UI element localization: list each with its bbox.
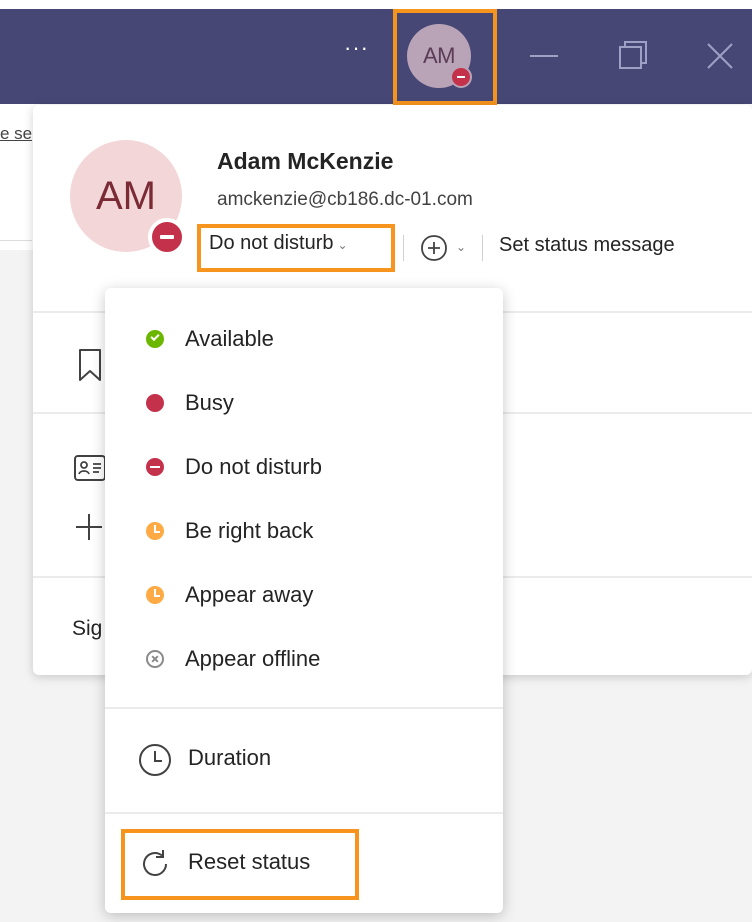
clock-icon bbox=[139, 744, 171, 776]
status-option-label: Available bbox=[185, 326, 274, 351]
restore-window-icon[interactable] bbox=[618, 40, 648, 70]
background-divider bbox=[0, 240, 32, 241]
status-option-label: Appear away bbox=[185, 582, 314, 607]
contact-card-icon[interactable] bbox=[74, 455, 106, 481]
background-link[interactable]: e se bbox=[0, 124, 32, 144]
bookmark-icon[interactable] bbox=[77, 348, 103, 382]
more-options-button[interactable]: ··· bbox=[344, 37, 369, 59]
close-window-icon[interactable] bbox=[704, 40, 736, 72]
vertical-separator bbox=[482, 235, 483, 261]
profile-email: amckenzie@cb186.dc-01.com bbox=[217, 189, 473, 210]
chevron-down-icon: ⌄ bbox=[337, 238, 348, 252]
available-status-icon bbox=[146, 330, 164, 348]
status-option-label: Busy bbox=[185, 390, 234, 415]
add-status-icon[interactable] bbox=[420, 234, 448, 262]
status-option-appear-away[interactable]: Appear away bbox=[105, 570, 503, 620]
be-right-back-status-icon bbox=[146, 522, 164, 540]
status-option-busy[interactable]: Busy bbox=[105, 378, 503, 428]
appear-away-status-icon bbox=[146, 586, 164, 604]
menu-divider bbox=[105, 812, 503, 814]
status-option-label: Be right back bbox=[185, 518, 314, 543]
busy-status-icon bbox=[146, 394, 164, 412]
profile-name: Adam McKenzie bbox=[217, 148, 394, 174]
add-account-icon[interactable] bbox=[74, 512, 104, 542]
duration-button[interactable]: Duration bbox=[188, 745, 271, 771]
set-status-message-button[interactable]: Set status message bbox=[499, 234, 675, 257]
status-option-do-not-disturb[interactable]: Do not disturb bbox=[105, 442, 503, 492]
reset-icon bbox=[143, 850, 167, 876]
status-option-available[interactable]: Available bbox=[105, 314, 503, 364]
status-option-be-right-back[interactable]: Be right back bbox=[105, 506, 503, 556]
do-not-disturb-icon bbox=[148, 218, 186, 256]
reset-status-button[interactable]: Reset status bbox=[188, 849, 310, 875]
appear-offline-status-icon bbox=[146, 650, 164, 668]
status-option-label: Appear offline bbox=[185, 646, 321, 671]
chevron-down-icon[interactable]: ⌄ bbox=[456, 240, 466, 254]
status-option-appear-offline[interactable]: Appear offline bbox=[105, 634, 503, 684]
sign-out-button[interactable]: Sig bbox=[72, 617, 102, 641]
current-status-label: Do not disturb bbox=[209, 232, 334, 254]
menu-divider bbox=[105, 707, 503, 709]
status-option-label: Do not disturb bbox=[185, 454, 322, 479]
do-not-disturb-badge-icon bbox=[450, 66, 472, 88]
do-not-disturb-status-icon bbox=[146, 458, 164, 476]
minimize-button[interactable] bbox=[530, 55, 558, 57]
vertical-separator bbox=[403, 235, 404, 261]
status-dropdown-button[interactable]: Do not disturb ⌄ bbox=[209, 232, 348, 255]
